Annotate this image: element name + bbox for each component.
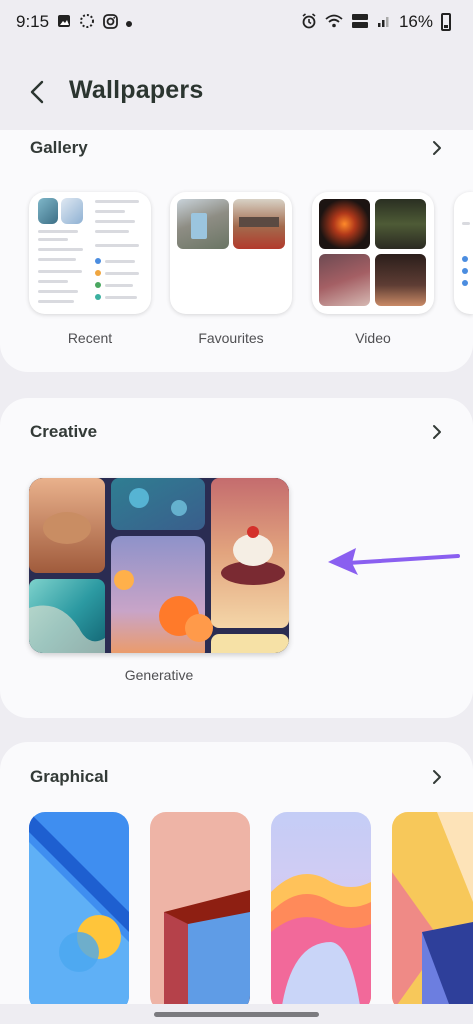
status-time: 9:15 [16,12,50,31]
recent-album-thumb[interactable] [29,192,151,314]
gallery-title: Gallery [30,138,88,157]
wifi-icon [325,14,343,30]
loading-notification-icon [79,13,95,31]
signal-icon [377,14,391,30]
chevron-right-icon[interactable] [431,768,443,786]
status-left: 9:15 [16,12,133,32]
video-label: Video [355,330,391,346]
graphical-wallpaper-gradient[interactable] [271,812,371,1012]
favourites-label: Favourites [198,330,264,346]
status-bar: 9:15 16% [0,0,473,44]
gallery-notification-icon [57,14,71,30]
battery-percent: 16% [398,12,433,31]
recent-label: Recent [67,330,113,346]
creative-header[interactable]: Creative [30,417,443,447]
battery-icon [441,13,451,31]
graphical-wallpaper-yellow[interactable] [392,812,473,1012]
generative-collage-image [29,478,289,653]
chevron-right-icon[interactable] [431,423,443,441]
app-bar: Wallpapers [0,60,473,124]
gesture-handle[interactable] [154,1012,319,1017]
graphical-wallpaper-blue[interactable] [29,812,129,1012]
graphical-header[interactable]: Graphical [30,762,443,792]
page-title: Wallpapers [69,76,204,104]
instagram-notification-icon [103,13,118,31]
generative-label: Generative [124,667,194,683]
gallery-header[interactable]: Gallery [30,133,443,163]
annotation-arrow-icon [328,548,460,575]
creative-title: Creative [30,422,98,441]
graphical-wallpaper-pink[interactable] [150,812,250,1012]
alarm-icon [301,13,317,31]
favourites-album-thumb[interactable] [170,192,292,314]
status-right: 16% [301,12,451,32]
volte-icon [351,13,369,31]
back-arrow-icon[interactable] [26,78,50,106]
generative-wallpaper-tile[interactable] [29,478,289,653]
video-album-thumb[interactable] [312,192,434,314]
graphical-title: Graphical [30,767,109,786]
more-notifications-dot-icon [126,15,133,29]
chevron-right-icon[interactable] [431,139,443,157]
partial-album-thumb[interactable] [454,192,473,314]
